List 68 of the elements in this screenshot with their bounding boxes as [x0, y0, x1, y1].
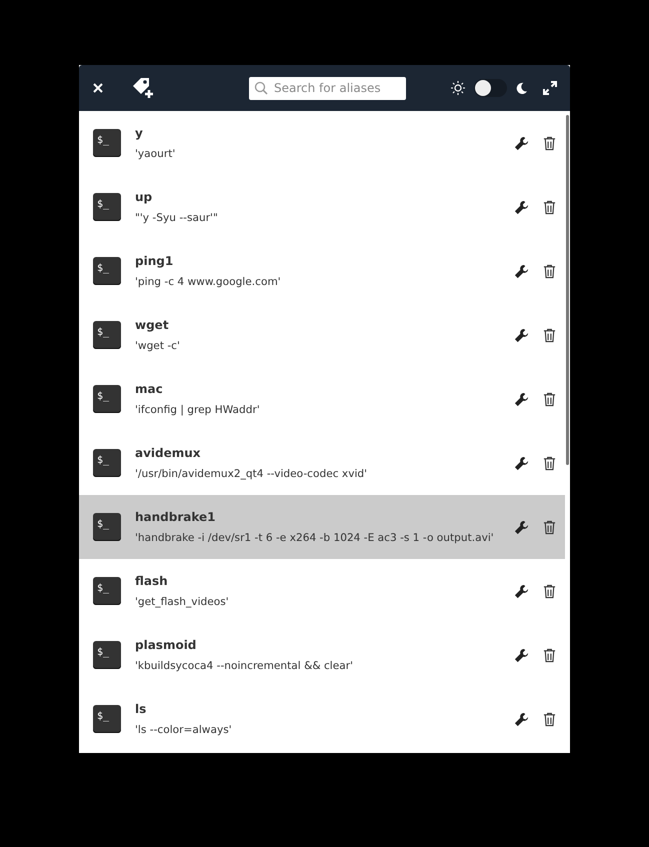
terminal-icon: $_: [93, 321, 121, 349]
alias-row[interactable]: $_ y 'yaourt': [79, 111, 565, 175]
alias-command: 'get_flash_videos': [135, 594, 230, 608]
moon-icon: [515, 82, 528, 94]
tag-plus-icon[interactable]: [131, 76, 155, 100]
alias-row[interactable]: $_ mac 'ifconfig | grep HWaddr': [79, 367, 565, 431]
alias-row[interactable]: $_ ping1 'ping -c 4 www.google.com': [79, 239, 565, 303]
theme-toggle[interactable]: [474, 79, 507, 97]
trash-icon[interactable]: [543, 648, 556, 662]
alias-command: 'ping -c 4 www.google.com': [135, 274, 282, 288]
wrench-icon[interactable]: [514, 648, 529, 662]
trash-icon[interactable]: [543, 584, 556, 598]
alias-name: ls: [135, 702, 148, 716]
alias-command: 'ls --color=always': [135, 722, 233, 736]
alias-command: 'yaourt': [135, 146, 176, 160]
alias-name: y: [135, 126, 144, 140]
wrench-icon[interactable]: [514, 392, 529, 406]
terminal-icon: $_: [93, 257, 121, 285]
trash-icon[interactable]: [543, 520, 556, 534]
alias-command: '/usr/bin/avidemux2_qt4 --video-codec xvid': [135, 466, 368, 480]
wrench-icon[interactable]: [514, 328, 529, 342]
trash-icon[interactable]: [543, 328, 556, 342]
close-icon[interactable]: [93, 83, 103, 93]
alias-row[interactable]: $_ up "'y -Syu --saur'": [79, 175, 565, 239]
wrench-icon[interactable]: [514, 200, 529, 214]
wrench-icon[interactable]: [514, 584, 529, 598]
terminal-icon: $_: [93, 449, 121, 477]
trash-icon[interactable]: [543, 200, 556, 214]
terminal-icon: $_: [93, 705, 121, 733]
sun-icon: [450, 80, 466, 96]
trash-icon[interactable]: [543, 712, 556, 726]
alias-name: avidemux: [135, 446, 202, 460]
expand-icon[interactable]: [543, 81, 557, 95]
terminal-icon: $_: [93, 641, 121, 669]
terminal-icon: $_: [93, 193, 121, 221]
alias-name: plasmoid: [135, 638, 198, 652]
alias-command: "'y -Syu --saur'": [135, 210, 219, 224]
alias-command: 'kbuildsycoca4 --noincremental && clear': [135, 658, 354, 672]
alias-command: 'ifconfig | grep HWaddr': [135, 402, 261, 416]
wrench-icon[interactable]: [514, 520, 529, 534]
alias-row[interactable]: $_ avidemux '/usr/bin/avidemux2_qt4 --video-codec xvid': [79, 431, 565, 495]
trash-icon[interactable]: [543, 136, 556, 150]
wrench-icon[interactable]: [514, 712, 529, 726]
alias-name: handbrake1: [135, 510, 217, 524]
scrollbar[interactable]: [566, 115, 569, 465]
terminal-icon: $_: [93, 129, 121, 157]
wrench-icon[interactable]: [514, 136, 529, 150]
trash-icon[interactable]: [543, 264, 556, 278]
alias-command: 'wget -c': [135, 338, 181, 352]
wrench-icon[interactable]: [514, 456, 529, 470]
trash-icon[interactable]: [543, 456, 556, 470]
terminal-icon: $_: [93, 385, 121, 413]
alias-name: mac: [135, 382, 164, 396]
alias-name: up: [135, 190, 154, 204]
alias-name: flash: [135, 574, 169, 588]
wrench-icon[interactable]: [514, 264, 529, 278]
alias-name: wget: [135, 318, 170, 332]
terminal-icon: $_: [93, 577, 121, 605]
alias-row[interactable]: $_ plasmoid 'kbuildsycoca4 --noincremental && clear': [79, 623, 565, 687]
alias-row[interactable]: $_ flash 'get_flash_videos': [79, 559, 565, 623]
search-field[interactable]: Search for aliases: [249, 76, 406, 100]
alias-row[interactable]: $_ wget 'wget -c': [79, 303, 565, 367]
trash-icon[interactable]: [543, 392, 556, 406]
alias-row[interactable]: $_ ls 'ls --color=always': [79, 687, 565, 751]
alias-row[interactable]: $_ handbrake1 'handbrake -i /dev/sr1 -t 6 -e x264 -b 1024 -E ac3 -s 1 -o output.avi': [79, 495, 565, 559]
alias-name: ping1: [135, 254, 174, 268]
alias-command: 'handbrake -i /dev/sr1 -t 6 -e x264 -b 1024 -E ac3 -s 1 -o output.avi': [135, 530, 495, 544]
terminal-icon: $_: [93, 513, 121, 541]
